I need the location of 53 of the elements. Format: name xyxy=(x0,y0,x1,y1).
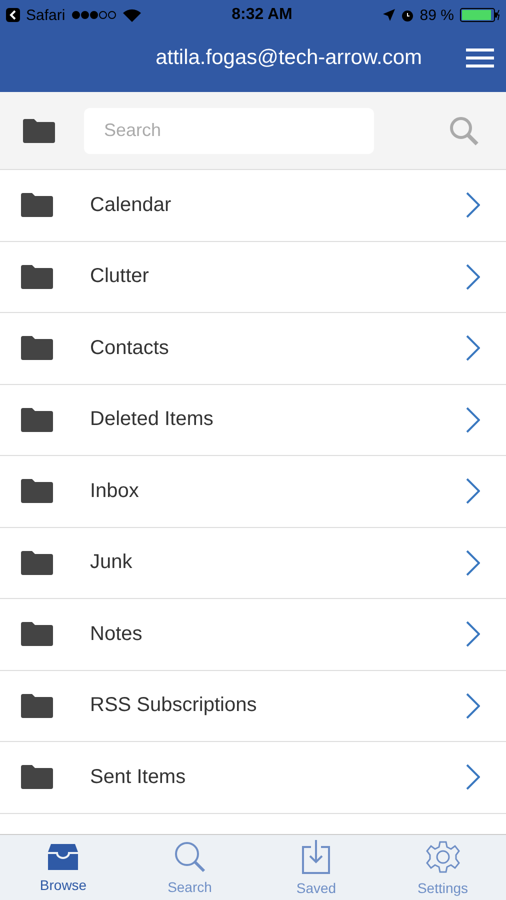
download-icon xyxy=(302,840,330,874)
battery-icon xyxy=(460,8,500,22)
folder-icon xyxy=(20,478,54,504)
wifi-icon xyxy=(123,8,142,22)
back-icon[interactable] xyxy=(6,8,20,22)
folder-row[interactable]: Contacts xyxy=(0,313,506,384)
chevron-right-icon xyxy=(466,264,480,290)
folder-icon xyxy=(20,621,54,648)
chevron-right-icon xyxy=(466,192,480,218)
folder-row[interactable]: Junk xyxy=(0,528,506,599)
chevron-right-icon xyxy=(466,335,480,362)
folder-icon xyxy=(20,550,54,576)
folder-icon xyxy=(20,406,54,433)
folder-row[interactable]: Sent Items xyxy=(0,742,506,814)
search-field[interactable]: Search xyxy=(84,108,374,154)
settings-icon xyxy=(426,840,460,874)
clock-time: 8:32 AM xyxy=(232,6,292,24)
battery-percent: 89 % xyxy=(420,6,454,24)
folder-name: Sent Items xyxy=(90,766,187,789)
tab-bar-item[interactable]: Browse xyxy=(0,835,126,900)
folder-name: Junk xyxy=(90,551,134,574)
inbox-tray-icon xyxy=(47,842,80,870)
folder-icon xyxy=(20,335,54,362)
folder-row[interactable]: Notes xyxy=(0,599,506,670)
chevron-right-icon xyxy=(466,406,480,433)
folder-row[interactable]: RSS Subscriptions xyxy=(0,670,506,742)
folder-name: Calendar xyxy=(90,194,172,217)
alarm-icon xyxy=(400,8,414,22)
folder-row[interactable]: Deleted Items xyxy=(0,384,506,456)
account-title: attila.fogas@tech-arrow.com xyxy=(156,46,422,70)
menu-icon[interactable] xyxy=(466,48,494,68)
folder-name: Inbox xyxy=(90,480,140,503)
folder-icon xyxy=(20,692,54,719)
chevron-right-icon xyxy=(466,621,480,648)
folder-name: Notes xyxy=(90,622,144,646)
folder-row[interactable]: Inbox xyxy=(0,456,506,528)
folder-icon xyxy=(20,764,54,790)
chevron-right-icon xyxy=(466,764,480,790)
search-icon xyxy=(172,840,207,872)
signal-icon xyxy=(71,10,118,20)
folder-row[interactable]: Clutter xyxy=(0,242,506,313)
folder-icon xyxy=(20,264,54,290)
chevron-right-icon xyxy=(466,550,480,576)
chevron-right-icon xyxy=(466,692,480,719)
folder-name: Contacts xyxy=(90,336,170,360)
folder-icon xyxy=(20,192,54,218)
folder-name: Deleted Items xyxy=(90,408,214,432)
location-icon xyxy=(382,9,395,21)
folder-icon xyxy=(22,118,56,144)
folder-name: Clutter xyxy=(90,265,150,288)
folder-name: RSS Subscriptions xyxy=(90,694,258,718)
chevron-right-icon xyxy=(466,478,480,504)
folder-row[interactable]: Calendar xyxy=(0,170,506,242)
